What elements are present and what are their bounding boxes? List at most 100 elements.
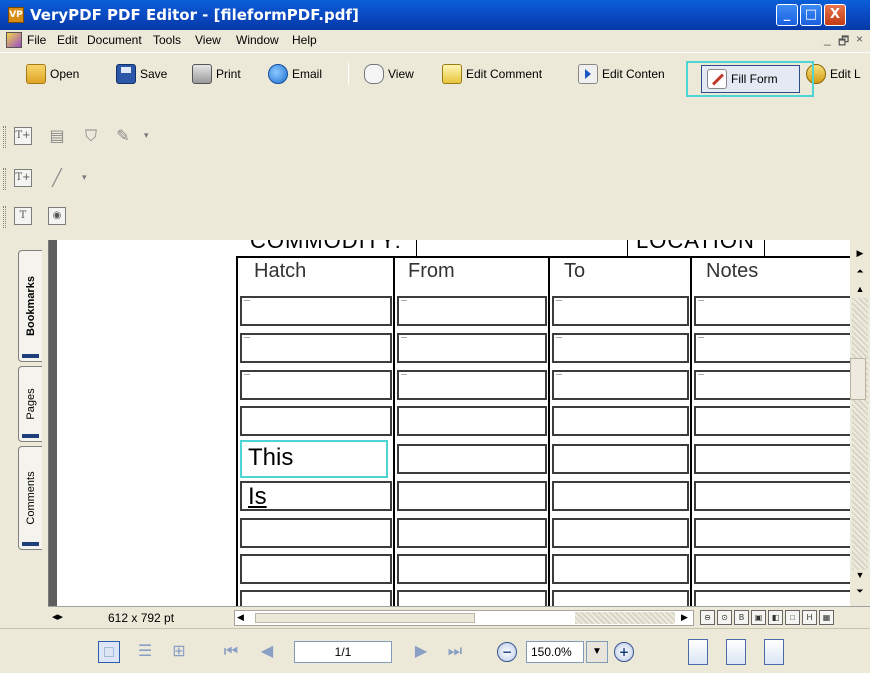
- page-number-field[interactable]: 1/1: [294, 641, 392, 663]
- form-field-to[interactable]: [552, 518, 689, 548]
- form-field-from[interactable]: [397, 296, 547, 326]
- form-field-from[interactable]: [397, 590, 547, 606]
- document-icon[interactable]: [6, 32, 22, 48]
- form-field-hatch-active[interactable]: This: [240, 440, 388, 478]
- comment-note-icon[interactable]: ▤: [48, 127, 66, 145]
- next-page-arrow-icon[interactable]: ▶: [853, 246, 867, 260]
- zoom-level-field[interactable]: 150.0%: [526, 641, 584, 663]
- continuous-view-icon[interactable]: ☰: [134, 641, 156, 663]
- last-page-icon[interactable]: ⏭: [444, 641, 466, 663]
- form-field-notes[interactable]: [694, 518, 850, 548]
- email-button[interactable]: Email: [268, 61, 322, 87]
- form-field-hatch[interactable]: [240, 518, 392, 548]
- tab-bookmarks[interactable]: Bookmarks: [18, 250, 42, 362]
- horizontal-scroll-thumb[interactable]: [255, 613, 475, 623]
- form-field-notes[interactable]: [694, 590, 850, 606]
- form-field-hatch[interactable]: [240, 370, 392, 400]
- blank-page-icon[interactable]: □: [785, 610, 800, 625]
- form-field-to[interactable]: [552, 333, 689, 363]
- toolbar-grip[interactable]: [3, 168, 6, 190]
- grid-icon[interactable]: ▦: [819, 610, 834, 625]
- menu-edit[interactable]: Edit: [57, 33, 78, 47]
- form-field-from[interactable]: [397, 518, 547, 548]
- scroll-track[interactable]: [852, 298, 868, 570]
- form-field-to[interactable]: [552, 370, 689, 400]
- resize-arrows-icon[interactable]: ◂▸: [52, 610, 63, 623]
- scroll-top-icon[interactable]: ⏶: [853, 264, 867, 278]
- tab-pages[interactable]: Pages: [18, 366, 42, 442]
- form-field-from[interactable]: [397, 481, 547, 511]
- zoom-out-button[interactable]: −: [497, 642, 517, 662]
- form-field-notes[interactable]: [694, 333, 850, 363]
- single-page-icon[interactable]: B: [734, 610, 749, 625]
- menu-help[interactable]: Help: [292, 33, 317, 47]
- menu-document[interactable]: Document: [87, 33, 142, 47]
- add-text-icon[interactable]: T+: [14, 127, 32, 145]
- chevron-down-icon[interactable]: ▾: [82, 172, 87, 183]
- form-field-hatch[interactable]: [240, 333, 392, 363]
- form-field-from[interactable]: [397, 333, 547, 363]
- previous-page-icon[interactable]: ◀: [256, 641, 278, 663]
- line-icon[interactable]: ╱: [48, 169, 66, 187]
- facing-icon[interactable]: ◧: [768, 610, 783, 625]
- print-button[interactable]: Print: [192, 61, 241, 87]
- form-field-hatch[interactable]: [240, 296, 392, 326]
- form-field-to[interactable]: [552, 296, 689, 326]
- form-field-to[interactable]: [552, 444, 689, 474]
- open-button[interactable]: Open: [26, 61, 79, 87]
- pencil-icon[interactable]: ✎: [114, 127, 132, 145]
- menu-tools[interactable]: Tools: [153, 33, 181, 47]
- mdi-restore-button[interactable]: 🗗: [838, 32, 849, 53]
- document-viewport[interactable]: COMMODITY: LOCATION Hatch From To Notes: [48, 240, 850, 606]
- zoom-dropdown-chevron-icon[interactable]: ▼: [586, 641, 608, 663]
- form-field-notes[interactable]: [694, 554, 850, 584]
- toolbar-grip[interactable]: [3, 126, 6, 148]
- stamp-icon[interactable]: ⛉: [82, 127, 100, 145]
- tab-comments[interactable]: Comments: [18, 446, 42, 550]
- first-page-icon[interactable]: ⏮: [220, 641, 242, 663]
- maximize-button[interactable]: □: [800, 4, 822, 26]
- zoom-out-small-icon[interactable]: ⊖: [700, 610, 715, 625]
- close-button[interactable]: X: [824, 4, 846, 26]
- fit-width-icon[interactable]: [726, 639, 746, 665]
- fill-form-inner[interactable]: Fill Form: [707, 66, 778, 92]
- text-tool-icon[interactable]: T: [14, 207, 32, 225]
- add-textbox-icon[interactable]: T+: [14, 169, 32, 187]
- form-field-from[interactable]: [397, 406, 547, 436]
- form-field-from[interactable]: [397, 554, 547, 584]
- split-icon[interactable]: H: [802, 610, 817, 625]
- minimize-button[interactable]: _: [776, 4, 798, 26]
- form-field-hatch[interactable]: [240, 554, 392, 584]
- app-icon[interactable]: VP: [8, 7, 24, 23]
- form-field-to[interactable]: [552, 590, 689, 606]
- form-field-notes[interactable]: [694, 444, 850, 474]
- save-button[interactable]: Save: [116, 61, 167, 87]
- form-field-hatch[interactable]: [240, 406, 392, 436]
- facing-view-icon[interactable]: ⊞: [168, 641, 190, 663]
- scroll-right-icon[interactable]: ▶: [681, 612, 688, 623]
- continuous-icon[interactable]: ▣: [751, 610, 766, 625]
- mdi-close-button[interactable]: ×: [856, 32, 863, 46]
- scroll-bottom-icon[interactable]: ⏷: [853, 584, 867, 598]
- mdi-minimize-button[interactable]: _: [824, 32, 831, 46]
- form-field-to[interactable]: [552, 406, 689, 436]
- zoom-in-button[interactable]: +: [614, 642, 634, 662]
- scroll-down-icon[interactable]: ▼: [853, 568, 867, 582]
- fill-form-button[interactable]: Fill Form: [701, 65, 800, 93]
- vertical-scrollbar[interactable]: ▶ ⏶ ▲ ▼ ⏷: [850, 240, 870, 606]
- form-field-notes[interactable]: [694, 406, 850, 436]
- image-tool-icon[interactable]: ◉: [48, 207, 66, 225]
- menu-window[interactable]: Window: [236, 33, 279, 47]
- edit-comment-button[interactable]: Edit Comment: [442, 61, 542, 87]
- edit-link-button[interactable]: Edit L: [806, 61, 861, 87]
- edit-content-button[interactable]: Edit Conten: [578, 61, 665, 87]
- form-field-notes[interactable]: [694, 370, 850, 400]
- menu-view[interactable]: View: [195, 33, 221, 47]
- form-field-notes[interactable]: [694, 296, 850, 326]
- scroll-thumb[interactable]: [850, 358, 866, 400]
- single-page-view-icon[interactable]: □: [98, 641, 120, 663]
- scroll-left-icon[interactable]: ◀: [237, 612, 244, 623]
- form-field-hatch[interactable]: Is: [240, 481, 392, 511]
- form-field-to[interactable]: [552, 481, 689, 511]
- scroll-up-icon[interactable]: ▲: [853, 282, 867, 296]
